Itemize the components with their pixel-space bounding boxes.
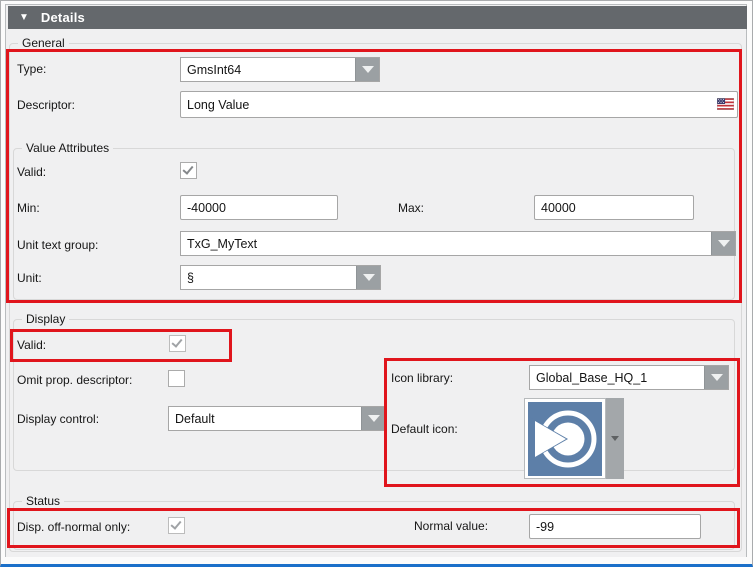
unit-combobox-value: § <box>181 266 356 289</box>
icon-library-combobox[interactable]: Global_Base_HQ_1 <box>529 365 729 390</box>
unit-text-group-label: Unit text group: <box>17 238 98 252</box>
unit-label: Unit: <box>17 271 42 285</box>
display-valid-label: Valid: <box>17 338 46 352</box>
checkmark-icon <box>171 336 182 348</box>
normal-value-label: Normal value: <box>414 519 488 533</box>
dropdown-arrow-icon <box>711 374 723 381</box>
default-icon-label: Default icon: <box>391 422 458 436</box>
min-label: Min: <box>17 201 40 215</box>
type-combobox-value: GmsInt64 <box>181 58 355 81</box>
dropdown-arrow-icon <box>362 66 374 73</box>
dropdown-arrow-icon <box>368 415 380 422</box>
max-input[interactable] <box>534 195 694 220</box>
type-combobox-button[interactable] <box>355 58 379 81</box>
valid-checkbox[interactable] <box>180 162 197 179</box>
display-control-combobox-value: Default <box>169 407 361 430</box>
play-circle-icon <box>528 402 602 476</box>
display-group-label: Display <box>22 312 69 326</box>
type-combobox[interactable]: GmsInt64 <box>180 57 380 82</box>
display-valid-checkbox[interactable] <box>169 335 186 352</box>
icon-library-label: Icon library: <box>391 371 453 385</box>
icon-library-combobox-button[interactable] <box>704 366 728 389</box>
disp-off-normal-only-checkbox[interactable] <box>168 517 185 534</box>
dropdown-arrow-icon <box>611 436 619 441</box>
dropdown-arrow-icon <box>718 240 730 247</box>
unit-text-group-combobox-button[interactable] <box>711 232 735 255</box>
display-control-label: Display control: <box>17 412 99 426</box>
display-control-combobox[interactable]: Default <box>168 406 386 431</box>
display-group: Display <box>13 319 735 471</box>
checkmark-icon <box>182 163 193 175</box>
descriptor-label: Descriptor: <box>17 98 75 112</box>
general-group-label: General <box>18 36 69 50</box>
max-label: Max: <box>398 201 424 215</box>
dropdown-arrow-icon <box>363 274 375 281</box>
display-control-combobox-button[interactable] <box>361 407 385 430</box>
us-flag-icon <box>717 98 745 113</box>
default-icon-dropdown-button[interactable] <box>606 398 624 479</box>
default-icon-picker[interactable] <box>524 398 606 479</box>
unit-combobox-button[interactable] <box>356 266 380 289</box>
normal-value-input[interactable] <box>529 514 701 539</box>
value-attributes-group-label: Value Attributes <box>22 141 113 155</box>
details-window: ▼ Details General Type: GmsInt64 Descrip… <box>0 0 753 567</box>
disp-off-normal-only-label: Disp. off-normal only: <box>17 520 130 534</box>
icon-library-combobox-value: Global_Base_HQ_1 <box>530 366 704 389</box>
checkmark-icon <box>170 518 181 530</box>
unit-text-group-combobox-value: TxG_MyText <box>181 232 711 255</box>
collapse-triangle-icon[interactable]: ▼ <box>19 12 29 23</box>
details-header-title: Details <box>41 10 85 25</box>
min-input[interactable] <box>180 195 338 220</box>
window-bottom-edge <box>2 557 751 564</box>
omit-prop-descriptor-label: Omit prop. descriptor: <box>17 373 132 387</box>
type-label: Type: <box>17 62 46 76</box>
status-group-label: Status <box>22 494 64 508</box>
descriptor-input[interactable] <box>180 91 738 118</box>
details-header[interactable]: ▼ Details <box>8 6 747 29</box>
unit-combobox[interactable]: § <box>180 265 381 290</box>
unit-text-group-combobox[interactable]: TxG_MyText <box>180 231 736 256</box>
omit-prop-descriptor-checkbox[interactable] <box>168 370 185 387</box>
valid-label: Valid: <box>17 165 46 179</box>
